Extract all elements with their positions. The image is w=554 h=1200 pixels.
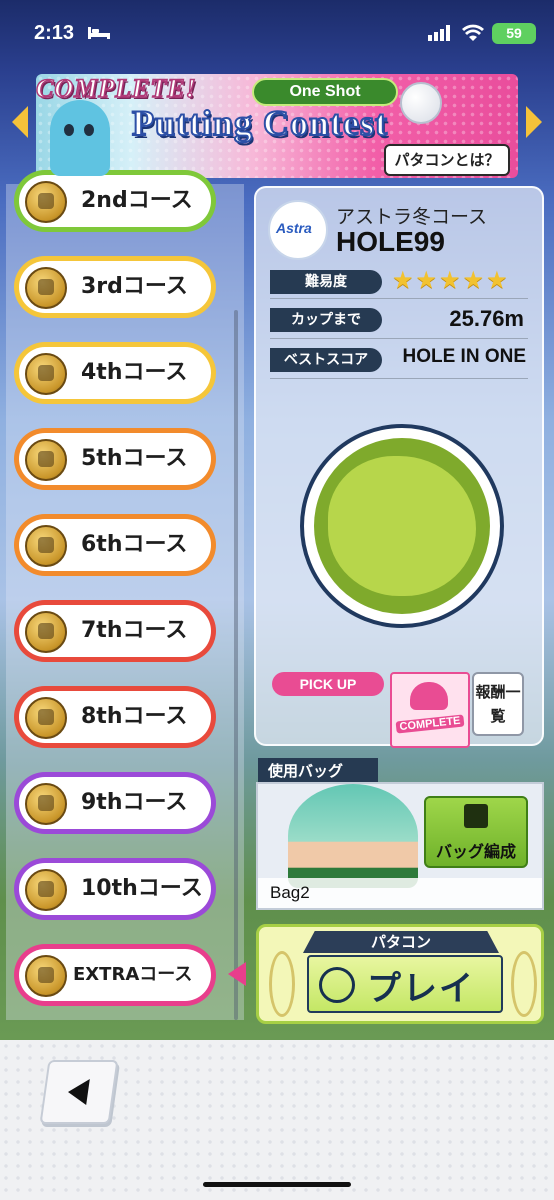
golf-ball-icon bbox=[400, 82, 442, 124]
to-cup-label: カップまで bbox=[270, 308, 382, 332]
course-4th[interactable]: 4thコース bbox=[14, 342, 216, 404]
laurel-right-icon bbox=[511, 951, 537, 1017]
golfer-icon bbox=[464, 804, 488, 828]
bag-name: Bag2 bbox=[270, 883, 310, 902]
mascot-icon bbox=[410, 682, 448, 710]
bag-panel: Bag2 バッグ編成 bbox=[256, 782, 544, 910]
medal-icon bbox=[25, 955, 67, 997]
hole-info-panel: Astra アストラ冬コース HOLE99 難易度 ★★★★★ カップまで 25… bbox=[254, 186, 544, 748]
play-header: パタコン bbox=[303, 931, 499, 953]
course-label: 7thコース bbox=[81, 618, 188, 643]
banner-title: Putting Contest bbox=[131, 102, 388, 144]
course-8th[interactable]: 8thコース bbox=[14, 686, 216, 748]
medal-icon bbox=[25, 783, 67, 825]
course-name: アストラ冬コース bbox=[336, 206, 488, 228]
medal-icon bbox=[25, 439, 67, 481]
medal-icon bbox=[25, 353, 67, 395]
play-button[interactable]: パタコン プレイ bbox=[256, 924, 544, 1024]
medal-icon bbox=[25, 869, 67, 911]
play-label: プレイ bbox=[367, 969, 475, 1009]
bag-section-tab: 使用バッグ bbox=[258, 758, 378, 784]
best-score-value: HOLE IN ONE bbox=[402, 346, 526, 367]
complete-badge-text: COMPLETE bbox=[395, 714, 465, 734]
character-portrait bbox=[288, 784, 418, 888]
medal-icon bbox=[25, 611, 67, 653]
course-list-scrollbar[interactable] bbox=[234, 310, 238, 1020]
course-label: 10thコース bbox=[81, 876, 203, 901]
course-label: 5thコース bbox=[81, 446, 188, 471]
best-score-label: ベストスコア bbox=[270, 348, 382, 372]
course-label: 3rdコース bbox=[81, 274, 188, 299]
battery-indicator: 59 bbox=[492, 23, 536, 44]
green-map bbox=[300, 424, 504, 628]
status-bar: 2:13 59 bbox=[0, 0, 554, 62]
course-2nd[interactable]: 2ndコース bbox=[14, 170, 216, 232]
course-label: 6thコース bbox=[81, 532, 188, 557]
divider bbox=[270, 378, 528, 379]
back-button[interactable] bbox=[39, 1060, 119, 1124]
pickup-label: PICK UP bbox=[272, 672, 384, 696]
medal-icon bbox=[25, 267, 67, 309]
course-logo: Astra bbox=[268, 200, 328, 260]
course-label: 2ndコース bbox=[81, 188, 193, 213]
difficulty-label: 難易度 bbox=[270, 270, 382, 294]
course-6th[interactable]: 6thコース bbox=[14, 514, 216, 576]
prev-event-arrow[interactable] bbox=[12, 106, 28, 138]
event-banner: COMPLETE! One Shot Putting Contest パタコンと… bbox=[36, 74, 518, 178]
rewards-list-button[interactable]: 報酬一覧 bbox=[472, 672, 524, 736]
course-9th[interactable]: 9thコース bbox=[14, 772, 216, 834]
next-event-arrow[interactable] bbox=[526, 106, 542, 138]
to-cup-value: 25.76m bbox=[449, 306, 524, 331]
play-main: プレイ bbox=[307, 955, 503, 1013]
medal-icon bbox=[25, 697, 67, 739]
complete-badge[interactable]: COMPLETE bbox=[390, 672, 470, 748]
divider bbox=[270, 298, 528, 299]
mascot-image bbox=[50, 100, 110, 176]
sleep-focus-icon bbox=[88, 27, 110, 39]
medal-icon bbox=[25, 181, 67, 223]
course-10th[interactable]: 10thコース bbox=[14, 858, 216, 920]
help-button[interactable]: パタコンとは？ bbox=[384, 144, 510, 176]
wifi-icon bbox=[462, 24, 484, 41]
course-label: 9thコース bbox=[81, 790, 188, 815]
medal-icon bbox=[25, 525, 67, 567]
golf-club-icon bbox=[319, 967, 355, 1003]
course-extra[interactable]: EXTRAコース bbox=[14, 944, 216, 1006]
course-label: 4thコース bbox=[81, 360, 188, 385]
course-label: EXTRAコース bbox=[73, 964, 193, 985]
back-arrow-icon bbox=[66, 1079, 90, 1105]
divider bbox=[270, 338, 528, 339]
hole-name: HOLE99 bbox=[336, 226, 445, 257]
course-5th[interactable]: 5thコース bbox=[14, 428, 216, 490]
cellular-signal-icon bbox=[428, 25, 450, 41]
selected-course-indicator bbox=[228, 962, 246, 986]
home-indicator[interactable] bbox=[203, 1182, 351, 1187]
laurel-left-icon bbox=[269, 951, 295, 1017]
bag-edit-button[interactable]: バッグ編成 bbox=[424, 796, 528, 868]
course-7th[interactable]: 7thコース bbox=[14, 600, 216, 662]
complete-title: COMPLETE! bbox=[36, 74, 197, 104]
course-label: 8thコース bbox=[81, 704, 188, 729]
bag-edit-label: バッグ編成 bbox=[435, 842, 516, 861]
clock: 2:13 bbox=[34, 22, 75, 44]
difficulty-stars: ★★★★★ bbox=[392, 266, 510, 294]
course-3rd[interactable]: 3rdコース bbox=[14, 256, 216, 318]
